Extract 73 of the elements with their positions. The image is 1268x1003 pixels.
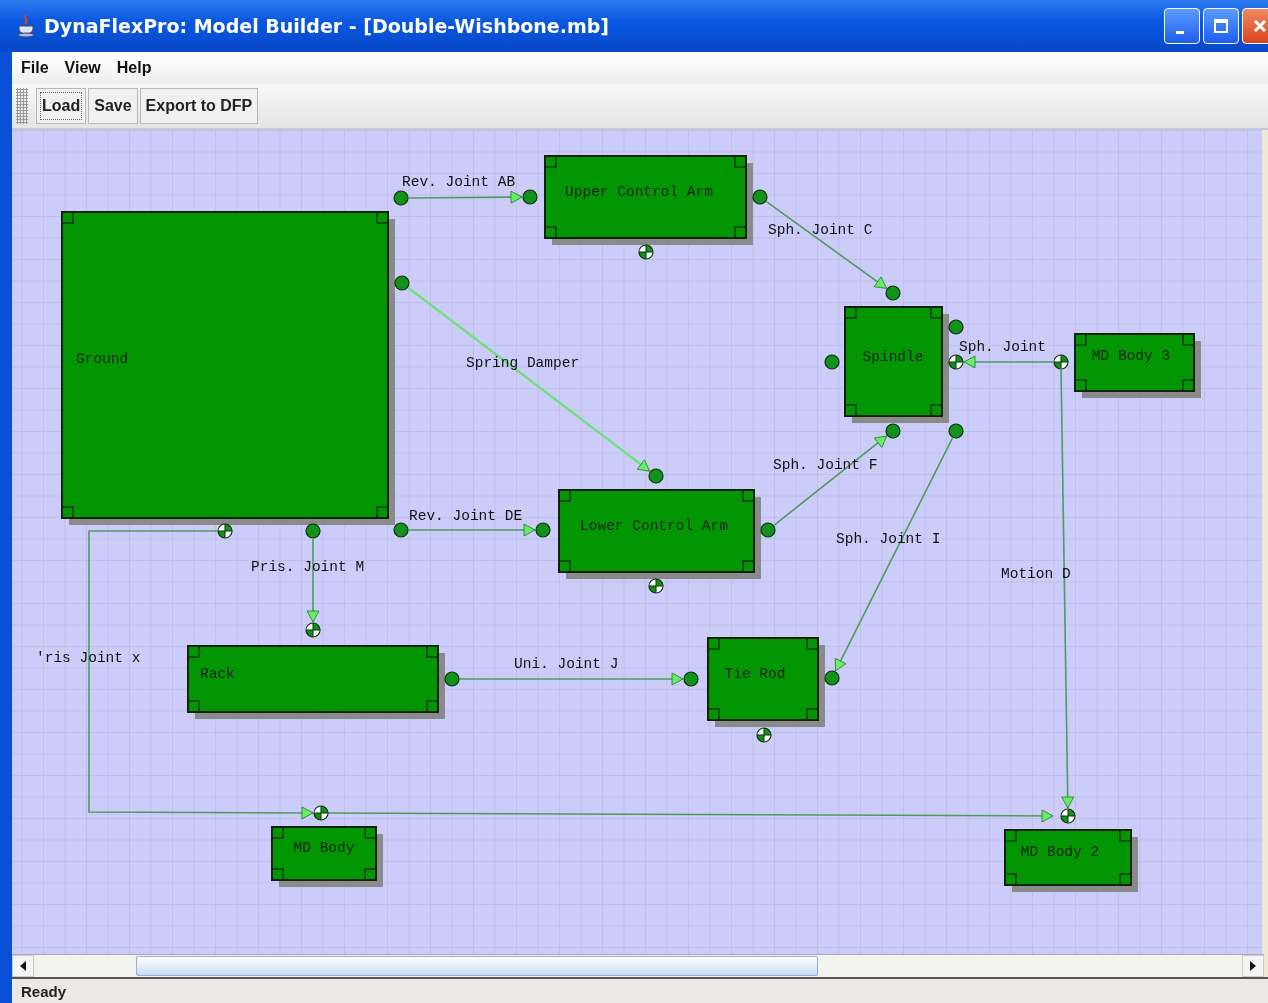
scroll-left-button[interactable]: [12, 955, 34, 977]
body-label: MD Body 3: [1091, 348, 1171, 364]
joint-label: Pris. Joint M: [251, 559, 365, 575]
joint-label: 'ris Joint x: [36, 650, 141, 666]
window-title: DynaFlexPro: Model Builder - [Double-Wishbone.mb]: [44, 15, 611, 37]
body-label: MD Body 2: [1020, 844, 1100, 860]
horizontal-scrollbar[interactable]: [12, 954, 1264, 977]
scroll-right-button[interactable]: [1242, 955, 1264, 977]
body-block[interactable]: [1004, 829, 1138, 892]
port-icon[interactable]: [760, 522, 776, 538]
body-block[interactable]: [707, 637, 825, 727]
scroll-thumb[interactable]: [136, 956, 818, 976]
port-icon[interactable]: [648, 468, 664, 484]
body-label: Lower Control Arm: [580, 518, 728, 534]
maximize-icon: [1211, 16, 1231, 36]
body-block[interactable]: [544, 155, 753, 245]
toolbar-grip[interactable]: [16, 88, 28, 124]
crosshair-circle-icon[interactable]: [648, 578, 664, 594]
toolbar-button[interactable]: Load: [36, 88, 87, 124]
crosshair-circle-icon[interactable]: [313, 805, 329, 821]
port-icon[interactable]: [752, 189, 768, 205]
menu-item[interactable]: File: [21, 59, 49, 77]
body-block[interactable]: [61, 211, 395, 525]
port-icon[interactable]: [394, 275, 410, 291]
body-block[interactable]: [187, 645, 445, 719]
joint-label: Spring Damper: [466, 355, 580, 371]
joint-label: Sph. Joint C: [768, 222, 873, 238]
minimize-icon: [1176, 30, 1184, 34]
crosshair-circle-icon[interactable]: [638, 244, 654, 260]
menu-item[interactable]: View: [64, 59, 101, 77]
port-icon[interactable]: [683, 671, 699, 687]
body-label: Tie Rod: [724, 666, 786, 682]
joint-label: Rev. Joint AB: [402, 174, 516, 190]
body-label: MD Body: [293, 840, 355, 856]
body-block[interactable]: [558, 489, 761, 579]
port-icon[interactable]: [885, 285, 901, 301]
port-icon[interactable]: [535, 522, 551, 538]
status-text: Ready: [21, 982, 67, 1000]
body-label: Upper Control Arm: [565, 184, 713, 200]
body-block[interactable]: [844, 306, 949, 423]
body-label: Spindle: [862, 349, 924, 365]
crosshair-circle-icon[interactable]: [756, 727, 772, 743]
menu-item[interactable]: Help: [116, 59, 152, 77]
crosshair-circle-icon[interactable]: [217, 523, 233, 539]
maximize-button[interactable]: [1203, 8, 1239, 44]
body-label: Ground: [76, 351, 129, 367]
crosshair-circle-icon[interactable]: [1053, 354, 1069, 370]
port-icon[interactable]: [824, 354, 840, 370]
body-label: Rack: [200, 666, 235, 682]
port-icon[interactable]: [824, 670, 840, 686]
port-icon[interactable]: [885, 423, 901, 439]
joint-label: Rev. Joint DE: [409, 508, 523, 524]
port-icon[interactable]: [444, 671, 460, 687]
right-triangle-icon: [1249, 961, 1257, 971]
crosshair-circle-icon[interactable]: [1060, 808, 1076, 824]
body-block[interactable]: [271, 826, 383, 887]
toolbar-button[interactable]: Save: [88, 88, 138, 124]
joint-label: Uni. Joint J: [514, 656, 619, 672]
port-icon[interactable]: [522, 189, 538, 205]
left-triangle-icon: [19, 961, 27, 971]
crosshair-circle-icon[interactable]: [305, 622, 321, 638]
minimize-button[interactable]: [1164, 8, 1200, 44]
close-button[interactable]: [1242, 8, 1268, 44]
crosshair-circle-icon[interactable]: [948, 354, 964, 370]
port-icon[interactable]: [393, 522, 409, 538]
port-icon[interactable]: [948, 319, 964, 335]
joint-label: Sph. Joint: [959, 339, 1046, 355]
coffee-cup-icon: [16, 14, 36, 38]
port-icon[interactable]: [305, 523, 321, 539]
body-block[interactable]: [1074, 333, 1201, 398]
port-icon[interactable]: [393, 190, 409, 206]
port-icon[interactable]: [948, 423, 964, 439]
toolbar-button[interactable]: Export to DFP: [139, 88, 259, 124]
